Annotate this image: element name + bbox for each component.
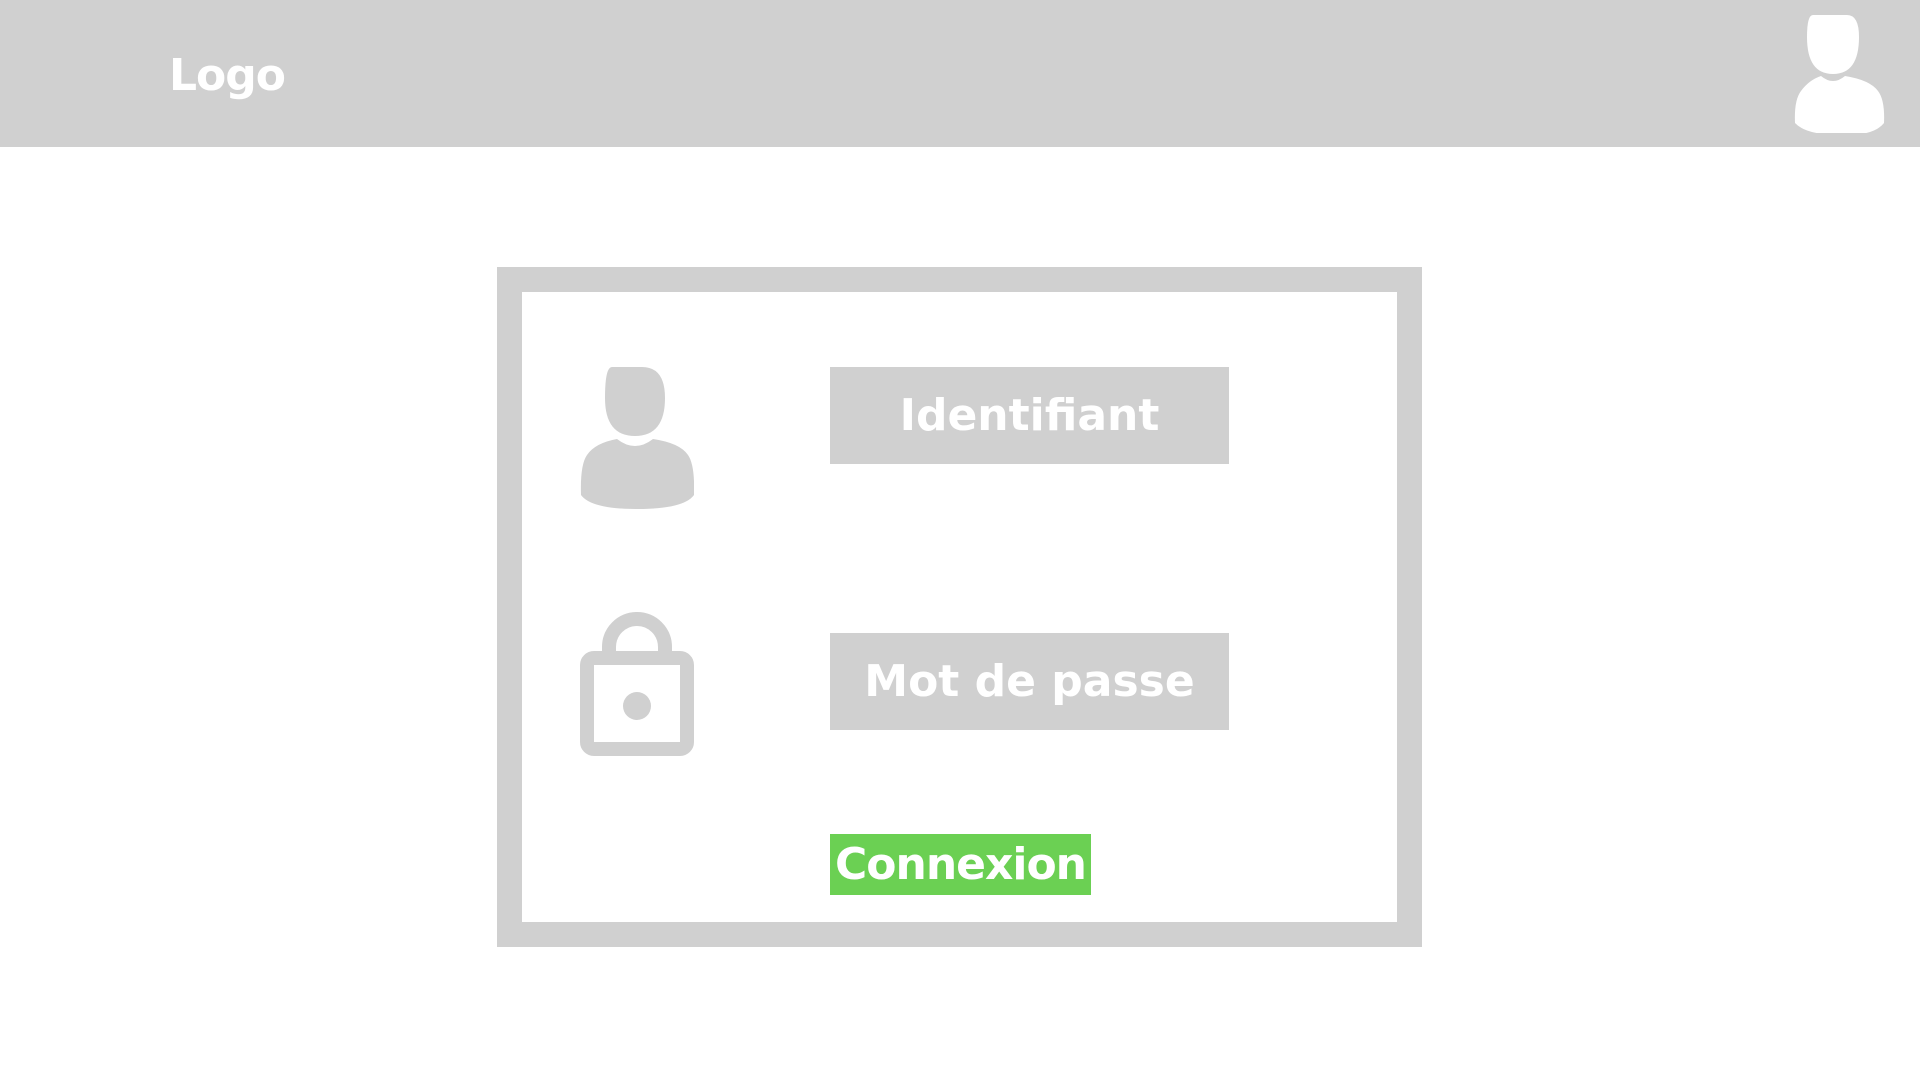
user-account-icon[interactable] [1793, 13, 1888, 136]
lock-icon [580, 607, 694, 757]
username-field[interactable]: Identifiant [830, 367, 1229, 464]
top-header: Logo [0, 0, 1920, 147]
connexion-button[interactable]: Connexion [830, 834, 1091, 895]
password-field[interactable]: Mot de passe [830, 633, 1229, 730]
user-icon [580, 366, 695, 510]
logo[interactable]: Logo [169, 46, 286, 106]
